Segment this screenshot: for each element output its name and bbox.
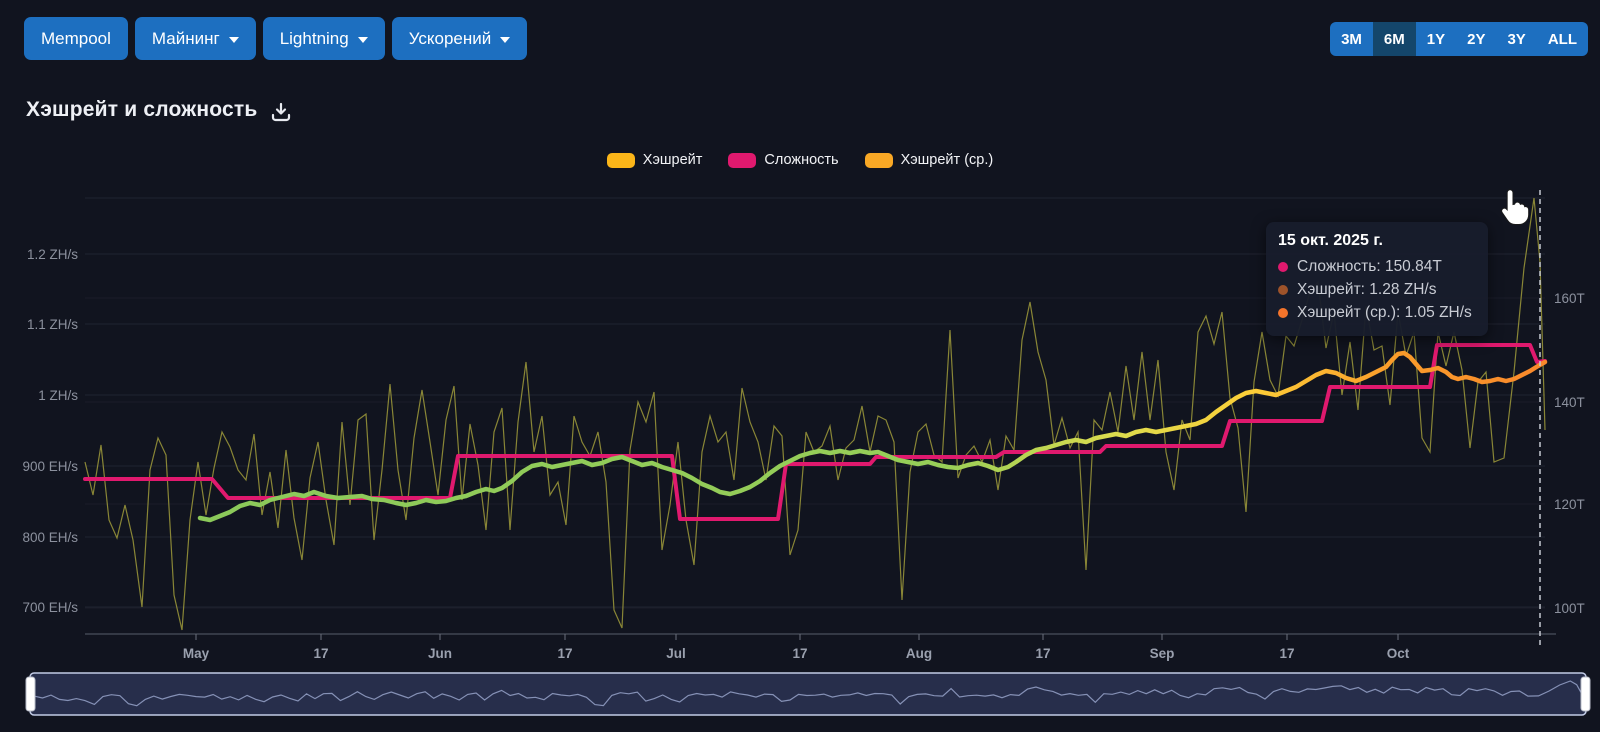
series-dot	[1278, 285, 1288, 295]
tooltip-date: 15 окт. 2025 г.	[1278, 232, 1472, 250]
x-axis-label: 17	[792, 646, 807, 661]
navigator[interactable]	[30, 673, 1586, 715]
x-axis-label: Sep	[1150, 646, 1175, 661]
tooltip-row: Хэшрейт: 1.28 ZH/s	[1278, 278, 1472, 301]
x-axis-label: Jun	[428, 646, 452, 661]
tooltip-value: Сложность: 150.84T	[1297, 255, 1442, 278]
y-axis-left-label: 700 EH/s	[22, 600, 78, 615]
tooltip-row: Хэшрейт (ср.): 1.05 ZH/s	[1278, 301, 1472, 324]
y-axis-right-label: 160T	[1554, 291, 1585, 306]
x-axis-label: May	[183, 646, 210, 661]
series-dot	[1278, 308, 1288, 318]
navigator-right-handle[interactable]	[1581, 677, 1590, 711]
x-axis-label: 17	[557, 646, 572, 661]
x-axis-label: Jul	[666, 646, 686, 661]
x-axis-label: Oct	[1387, 646, 1410, 661]
x-axis-label: Aug	[906, 646, 932, 661]
y-axis-left-label: 1.1 ZH/s	[27, 317, 78, 332]
navigator-left-handle[interactable]	[26, 677, 35, 711]
y-axis-left-label: 800 EH/s	[22, 530, 78, 545]
tooltip-row: Сложность: 150.84T	[1278, 255, 1472, 278]
x-axis-label: 17	[1279, 646, 1294, 661]
chart-tooltip: 15 окт. 2025 г. Сложность: 150.84TХэшрей…	[1266, 222, 1488, 336]
y-axis-right-label: 100T	[1554, 601, 1585, 616]
y-axis-right-label: 140T	[1554, 395, 1585, 410]
hashrate-difficulty-chart[interactable]: May 17 Jun 17 Jul 17 Aug 17 Sep 17 Oct 1.2 ZH/s 1.1 …	[0, 0, 1600, 732]
series-dot	[1278, 262, 1288, 272]
tooltip-value: Хэшрейт: 1.28 ZH/s	[1297, 278, 1437, 301]
y-axis-left-label: 1 ZH/s	[38, 388, 78, 403]
y-axis-left-label: 900 EH/s	[22, 459, 78, 474]
x-axis-label: 17	[313, 646, 328, 661]
y-axis-left-label: 1.2 ZH/s	[27, 247, 78, 262]
x-axis-label: 17	[1035, 646, 1050, 661]
tooltip-value: Хэшрейт (ср.): 1.05 ZH/s	[1297, 301, 1472, 324]
y-axis-right-label: 120T	[1554, 497, 1585, 512]
